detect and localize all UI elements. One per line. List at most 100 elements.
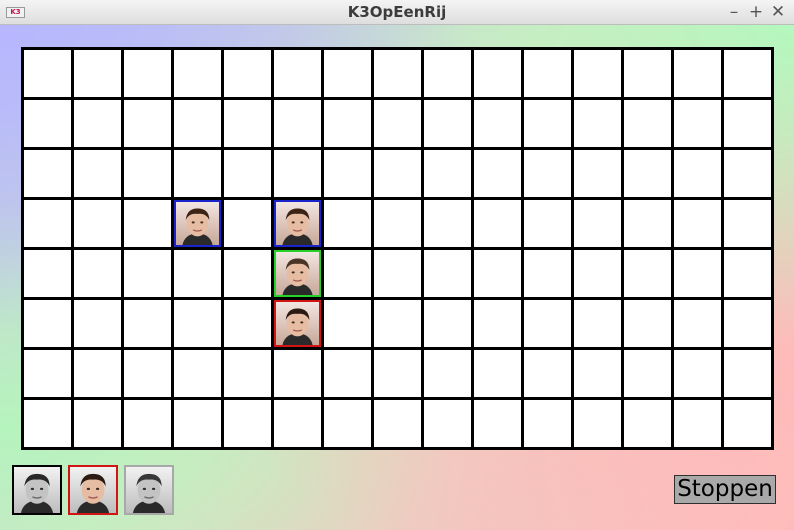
board-cell[interactable] <box>321 47 371 97</box>
board-cell[interactable] <box>721 47 771 97</box>
board-cell[interactable] <box>121 297 171 347</box>
board-cell[interactable] <box>21 97 71 147</box>
close-button[interactable]: ✕ <box>768 2 788 22</box>
board-cell[interactable] <box>21 347 71 397</box>
board-cell[interactable] <box>671 47 721 97</box>
board-cell[interactable] <box>71 197 121 247</box>
board-cell[interactable] <box>221 47 271 97</box>
board-cell[interactable] <box>371 397 421 447</box>
board-cell[interactable] <box>721 297 771 347</box>
player3-avatar[interactable] <box>124 465 174 515</box>
board-cell[interactable] <box>371 247 421 297</box>
board-cell[interactable] <box>571 347 621 397</box>
board-cell[interactable] <box>571 197 621 247</box>
board-cell[interactable] <box>121 197 171 247</box>
board-cell[interactable] <box>621 247 671 297</box>
board-cell[interactable] <box>171 347 221 397</box>
board-cell[interactable] <box>671 297 721 347</box>
board-cell[interactable] <box>671 147 721 197</box>
board-cell[interactable] <box>421 97 471 147</box>
board-cell[interactable] <box>471 47 521 97</box>
board-cell[interactable] <box>271 147 321 197</box>
board-cell[interactable] <box>621 347 671 397</box>
board-cell[interactable] <box>271 397 321 447</box>
board-cell[interactable] <box>521 147 571 197</box>
board-cell[interactable] <box>371 47 421 97</box>
board-cell[interactable] <box>221 347 271 397</box>
board-cell[interactable] <box>121 347 171 397</box>
board-cell[interactable] <box>571 247 621 297</box>
board-cell[interactable] <box>571 397 621 447</box>
board-cell[interactable] <box>271 47 321 97</box>
minimize-button[interactable]: – <box>724 2 744 22</box>
board-cell[interactable] <box>521 197 571 247</box>
board-cell[interactable] <box>471 397 521 447</box>
board-cell[interactable] <box>671 197 721 247</box>
board-cell[interactable] <box>421 47 471 97</box>
board-cell[interactable] <box>421 297 471 347</box>
board-cell[interactable] <box>471 197 521 247</box>
board-cell[interactable] <box>271 247 321 297</box>
board-cell[interactable] <box>321 247 371 297</box>
board-cell[interactable] <box>421 347 471 397</box>
board-cell[interactable] <box>371 347 421 397</box>
board-cell[interactable] <box>321 347 371 397</box>
board-cell[interactable] <box>621 397 671 447</box>
board-cell[interactable] <box>721 147 771 197</box>
board-cell[interactable] <box>421 397 471 447</box>
board-cell[interactable] <box>71 47 121 97</box>
board-cell[interactable] <box>271 97 321 147</box>
board-cell[interactable] <box>121 397 171 447</box>
board-cell[interactable] <box>221 247 271 297</box>
board-cell[interactable] <box>221 397 271 447</box>
board-cell[interactable] <box>521 47 571 97</box>
board-cell[interactable] <box>171 197 221 247</box>
board-cell[interactable] <box>671 97 721 147</box>
board-cell[interactable] <box>171 247 221 297</box>
board-cell[interactable] <box>221 97 271 147</box>
board-cell[interactable] <box>421 247 471 297</box>
board-cell[interactable] <box>471 297 521 347</box>
board-cell[interactable] <box>621 147 671 197</box>
board-cell[interactable] <box>271 347 321 397</box>
board-cell[interactable] <box>21 47 71 97</box>
board-cell[interactable] <box>671 397 721 447</box>
board-cell[interactable] <box>21 297 71 347</box>
board-cell[interactable] <box>371 147 421 197</box>
board-cell[interactable] <box>121 97 171 147</box>
player1-avatar[interactable] <box>12 465 62 515</box>
maximize-button[interactable]: + <box>746 2 766 22</box>
board-cell[interactable] <box>271 297 321 347</box>
player2-avatar[interactable] <box>68 465 118 515</box>
board-cell[interactable] <box>21 197 71 247</box>
board-cell[interactable] <box>471 97 521 147</box>
board-cell[interactable] <box>621 297 671 347</box>
board-cell[interactable] <box>71 147 121 197</box>
board-cell[interactable] <box>71 347 121 397</box>
board-cell[interactable] <box>471 147 521 197</box>
board-cell[interactable] <box>321 297 371 347</box>
board-cell[interactable] <box>321 397 371 447</box>
board-cell[interactable] <box>121 247 171 297</box>
board-cell[interactable] <box>71 397 121 447</box>
board-cell[interactable] <box>571 147 621 197</box>
board-cell[interactable] <box>571 47 621 97</box>
board-cell[interactable] <box>121 147 171 197</box>
board-cell[interactable] <box>221 297 271 347</box>
board-cell[interactable] <box>271 197 321 247</box>
board-cell[interactable] <box>171 397 221 447</box>
board-cell[interactable] <box>471 347 521 397</box>
board-cell[interactable] <box>371 97 421 147</box>
board-cell[interactable] <box>521 247 571 297</box>
board-cell[interactable] <box>121 47 171 97</box>
board-cell[interactable] <box>321 197 371 247</box>
board-cell[interactable] <box>571 297 621 347</box>
board-cell[interactable] <box>21 397 71 447</box>
board-cell[interactable] <box>321 97 371 147</box>
board-cell[interactable] <box>221 147 271 197</box>
board-cell[interactable] <box>521 97 571 147</box>
board-cell[interactable] <box>171 297 221 347</box>
board-cell[interactable] <box>71 247 121 297</box>
board-cell[interactable] <box>421 147 471 197</box>
board-cell[interactable] <box>621 197 671 247</box>
